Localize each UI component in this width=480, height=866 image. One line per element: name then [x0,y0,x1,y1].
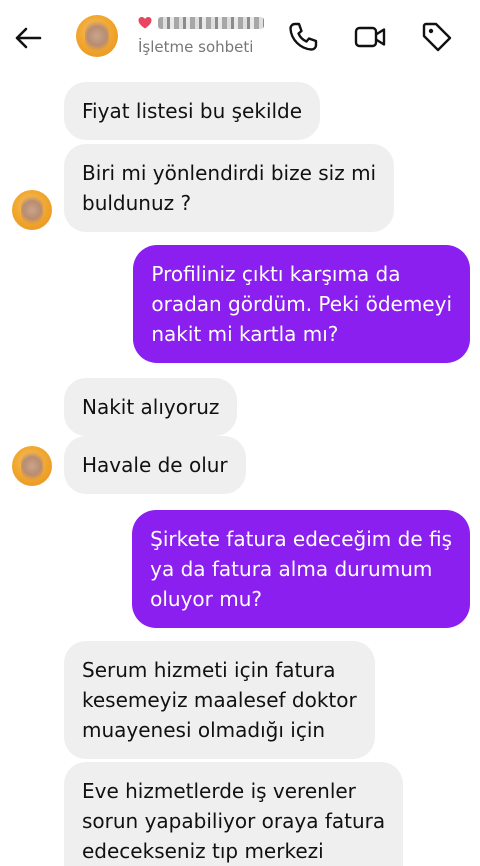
video-camera-icon[interactable] [353,20,387,54]
phone-icon[interactable] [286,20,320,54]
message-outgoing[interactable]: Profiliniz çıktı karşıma da oradan gördü… [133,245,470,363]
tag-icon[interactable] [420,20,454,54]
contact-avatar[interactable] [76,15,118,57]
message-incoming[interactable]: Havale de olur [64,436,246,494]
message-incoming[interactable]: Fiyat listesi bu şekilde [64,82,321,140]
contact-avatar-small [12,446,52,486]
arrow-left-icon[interactable] [10,20,46,56]
chat-header: İşletme sohbeti [0,0,480,78]
chat-subtitle: İşletme sohbeti [138,38,254,56]
contact-avatar-small [12,190,52,230]
heart-icon [138,17,152,29]
contact-name[interactable] [138,12,264,34]
message-outgoing[interactable]: Şirkete fatura edeceğim de fiş ya da fat… [132,510,470,628]
message-incoming[interactable]: Nakit alıyoruz [64,378,238,436]
message-incoming[interactable]: Biri mi yönlendirdi bize siz mi buldunuz… [64,144,395,232]
redacted-name [158,17,264,29]
message-incoming[interactable]: Eve hizmetlerde iş verenler sorun yapabi… [64,762,404,866]
message-incoming[interactable]: Serum hizmeti için fatura kesemeyiz maal… [64,641,375,759]
